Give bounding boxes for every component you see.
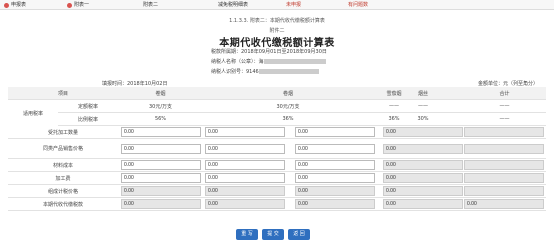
material-col1-input[interactable]	[121, 160, 201, 170]
row-label: 受托加工数量	[47, 129, 78, 136]
table-row: 比例税率 56% 36% 36% 30% ——	[58, 113, 546, 126]
table-header: 项目 卷烟 卷烟 雪茄烟 烟丝 合计	[8, 87, 546, 100]
tax-due-total	[464, 199, 544, 209]
tab-attachment-1[interactable]: 附表一	[67, 1, 89, 9]
price-col2-input[interactable]	[205, 144, 285, 154]
material-col2-input[interactable]	[205, 160, 285, 170]
tax-due-col3	[295, 199, 375, 209]
taxpayer-name: 纳税人名称（公章）：海	[211, 59, 264, 65]
rate-c4: ——	[418, 103, 428, 109]
breadcrumb: 1.1.3.3. 附表二：本期代收代缴税额计算表	[229, 18, 325, 24]
tab-deduction[interactable]: 减免税明细表	[218, 1, 248, 9]
attachment-label: 附件二	[269, 28, 285, 34]
rate-group-label: 适用税率	[22, 110, 43, 117]
material-total-input	[464, 160, 544, 170]
page-title: 本期代收代缴税额计算表	[219, 38, 335, 49]
table-row: 组成计税价格	[8, 185, 546, 198]
quantity-col1-input[interactable]	[121, 127, 201, 137]
submit-button[interactable]: 提 交	[262, 229, 284, 240]
header-item: 项目	[57, 90, 68, 97]
status-dot-icon	[67, 2, 72, 8]
tab-undeclared[interactable]: 未申报	[286, 1, 301, 9]
table-row: 受托加工数量	[8, 126, 546, 139]
rate-c1: 56%	[154, 116, 167, 122]
processing-col3-input[interactable]	[295, 173, 375, 183]
quantity-total-input	[464, 127, 544, 137]
table-row: 同类产品销售价格	[8, 139, 546, 159]
material-col4-input[interactable]	[383, 160, 463, 170]
material-col3-input[interactable]	[295, 160, 375, 170]
taxpayer-id: 纳税人识别号：9146	[211, 69, 259, 75]
taxpayer-id-row: 纳税人识别号：9146	[211, 68, 319, 75]
tab-issues[interactable]: 有问题数	[348, 1, 368, 9]
rate-c5: ——	[499, 103, 510, 109]
taxable-price-col1	[121, 186, 201, 196]
table-row: 本期代收代缴税款	[8, 198, 546, 211]
processing-total-input	[464, 173, 544, 183]
quantity-col2-input[interactable]	[205, 127, 285, 137]
row-label: 本期代收代缴税款	[42, 201, 83, 208]
row-label: 同类产品销售价格	[43, 146, 84, 152]
row-label: 组成计税价格	[47, 188, 78, 195]
taxable-price-total	[464, 186, 544, 196]
rate-c1: 30元/万支	[148, 103, 173, 110]
rate-c4: 30%	[417, 116, 429, 122]
quantity-col4-input[interactable]	[383, 127, 463, 137]
back-button[interactable]: 返 回	[288, 229, 310, 240]
taxpayer-name-row: 纳税人名称（公章）：海	[211, 58, 326, 65]
row-label: 加工费	[55, 175, 71, 182]
header-col1: 卷烟	[155, 90, 166, 97]
amount-unit: 金额单位：元（列至角分）	[478, 81, 539, 87]
rate-c5: ——	[499, 116, 510, 122]
tax-due-col2	[205, 199, 285, 209]
redaction-mask	[258, 69, 319, 74]
tax-due-col4	[383, 199, 463, 209]
price-total-input	[464, 144, 544, 154]
tab-main-form[interactable]: 申报表	[4, 1, 26, 9]
status-dot-icon	[4, 2, 9, 8]
fill-date: 填报时间：2018年10月02日	[102, 81, 168, 87]
quantity-col3-input[interactable]	[295, 127, 375, 137]
rate-label: 比例税率	[77, 116, 98, 123]
price-col4-input[interactable]	[383, 144, 463, 154]
row-label: 材料成本	[52, 162, 73, 169]
rate-label: 定额税率	[77, 103, 98, 110]
processing-col2-input[interactable]	[205, 173, 285, 183]
redaction-mask	[263, 59, 326, 64]
processing-col1-input[interactable]	[121, 173, 201, 183]
tax-period: 税款所属期：2018年09月01日至2018年09月30日	[211, 49, 327, 55]
taxable-price-col4	[383, 186, 463, 196]
tab-attachment-2[interactable]: 附表二	[143, 1, 158, 9]
reset-button[interactable]: 重 写	[236, 229, 258, 240]
table-row: 加工费	[8, 172, 546, 185]
processing-col4-input[interactable]	[383, 173, 463, 183]
price-col1-input[interactable]	[121, 144, 201, 154]
price-col3-input[interactable]	[295, 144, 375, 154]
tax-table: 项目 卷烟 卷烟 雪茄烟 烟丝 合计 适用税率 定额税率 30元/万支 30元/…	[8, 87, 546, 217]
table-row: 定额税率 30元/万支 30元/万支 —— —— ——	[58, 100, 546, 113]
taxable-price-col3	[295, 186, 375, 196]
tax-due-col1	[121, 199, 201, 209]
tab-bar: 申报表 附表一 附表二 减免税明细表 未申报 有问题数	[0, 0, 554, 10]
taxable-price-col2	[205, 186, 285, 196]
header-col4: 烟丝	[417, 90, 428, 97]
table-row: 材料成本	[8, 159, 546, 172]
header-col5: 合计	[499, 90, 510, 97]
